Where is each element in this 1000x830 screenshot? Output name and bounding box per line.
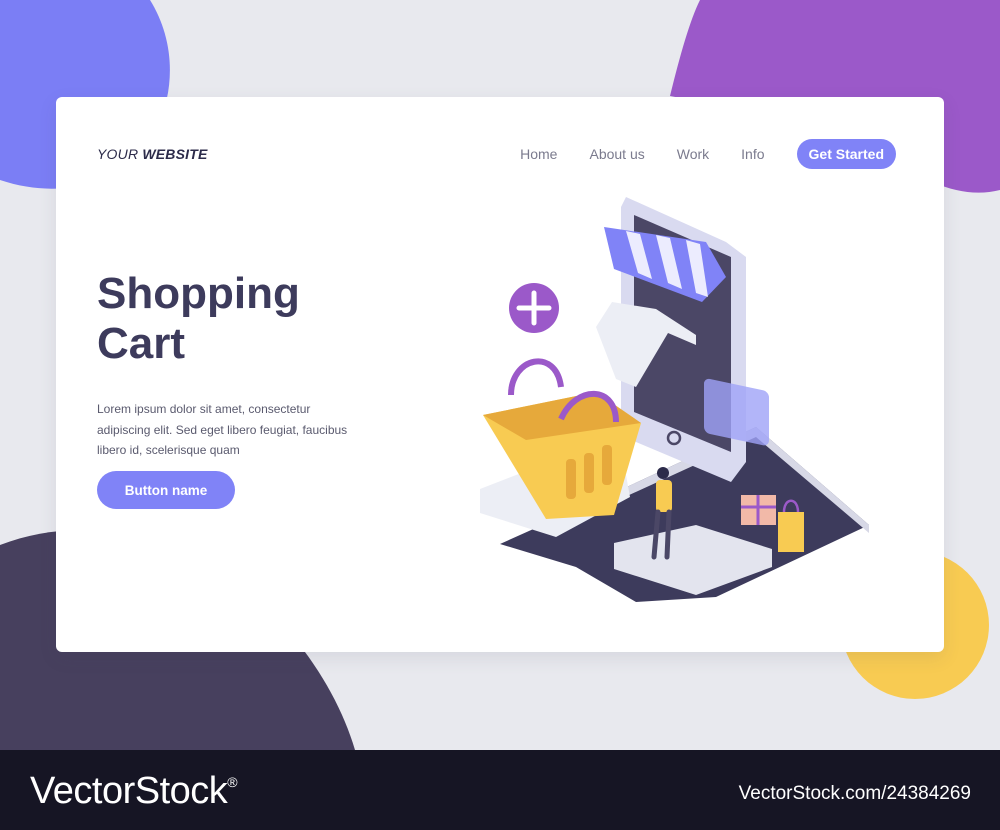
- shopping-cart-illustration: [480, 197, 869, 602]
- footer-brand-text: VectorStock: [30, 770, 228, 812]
- landing-card: YOUR WEBSITE Home About us Work Info Get…: [56, 97, 944, 652]
- image-id-text: VectorStock.com/24384269: [738, 783, 971, 804]
- registered-mark: ®: [227, 774, 238, 790]
- watermark-footer: VectorStock® VectorStock.com/24384269: [0, 750, 1000, 830]
- vectorstock-logo: VectorStock®: [30, 770, 238, 813]
- shopping-bag-icon: [778, 512, 804, 552]
